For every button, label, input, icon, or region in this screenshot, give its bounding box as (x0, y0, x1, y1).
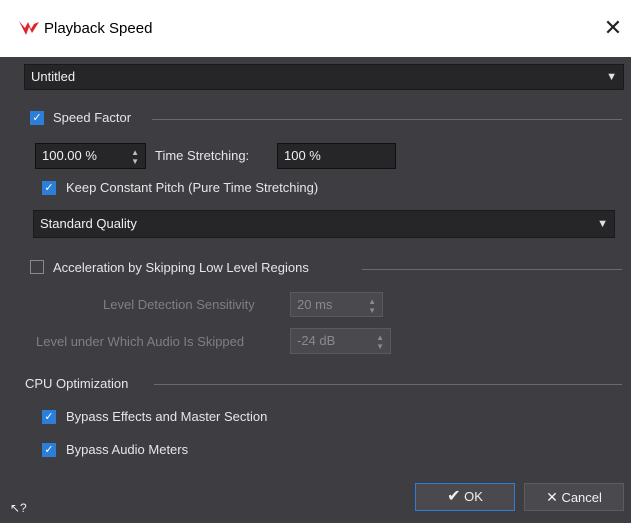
quality-dropdown[interactable]: Standard Quality ▼ (33, 210, 615, 238)
title-bar: Playback Speed ✕ (0, 0, 631, 57)
check-icon: ✔ (447, 488, 461, 505)
dialog-body: Untitled ▼ ✓ Speed Factor 100.00 % ▲ ▼ Ti… (0, 57, 631, 523)
ok-label: OK (464, 489, 483, 504)
preset-dropdown[interactable]: Untitled ▼ (24, 64, 624, 90)
help-icon[interactable]: ↖? (10, 501, 27, 515)
speed-factor-label: Speed Factor (53, 110, 132, 125)
keep-pitch-label: Keep Constant Pitch (Pure Time Stretchin… (66, 180, 319, 195)
preset-value: Untitled (31, 69, 76, 84)
time-stretching-value: 100 % (284, 148, 321, 163)
spin-arrows-icon: ▲ ▼ (368, 297, 376, 315)
time-stretching-label: Time Stretching: (155, 148, 250, 163)
level-value: -24 dB (297, 333, 336, 348)
sensitivity-input[interactable]: 20 ms ▲ ▼ (290, 292, 383, 317)
spin-arrows-icon: ▲ ▼ (131, 148, 139, 166)
quality-value: Standard Quality (40, 216, 137, 231)
dropdown-arrow-icon: ▼ (597, 218, 608, 230)
speed-factor-value: 100.00 % (42, 148, 97, 163)
speed-factor-checkbox[interactable]: ✓ (30, 111, 44, 125)
speed-factor-input[interactable]: 100.00 % ▲ ▼ (35, 143, 146, 169)
acceleration-label: Acceleration by Skipping Low Level Regio… (53, 260, 309, 275)
cpu-optimization-label: CPU Optimization (25, 376, 129, 391)
level-label: Level under Which Audio Is Skipped (36, 334, 245, 349)
app-logo-icon (19, 21, 39, 35)
bypass-meters-label: Bypass Audio Meters (66, 442, 189, 457)
sensitivity-value: 20 ms (297, 297, 333, 312)
acceleration-checkbox[interactable] (30, 260, 44, 274)
sensitivity-label: Level Detection Sensitivity (103, 297, 255, 312)
time-stretching-input[interactable]: 100 % (277, 143, 396, 169)
cancel-button[interactable]: ✕ Cancel (524, 483, 624, 511)
speed-factor-divider (152, 119, 622, 120)
bypass-effects-label: Bypass Effects and Master Section (66, 409, 268, 424)
bypass-meters-checkbox[interactable]: ✓ (42, 443, 56, 457)
cpu-divider (154, 384, 622, 385)
acceleration-divider (362, 269, 622, 270)
ok-button[interactable]: ✔ OK (415, 483, 515, 511)
bypass-effects-checkbox[interactable]: ✓ (42, 410, 56, 424)
spin-arrows-icon: ▲ ▼ (376, 333, 384, 351)
window-title: Playback Speed (44, 20, 153, 37)
cancel-label: Cancel (561, 490, 602, 505)
dropdown-arrow-icon: ▼ (606, 71, 617, 83)
close-icon: ✕ (546, 489, 558, 505)
level-input[interactable]: -24 dB ▲ ▼ (290, 328, 391, 354)
keep-pitch-checkbox[interactable]: ✓ (42, 181, 56, 195)
close-icon[interactable]: ✕ (599, 14, 627, 42)
